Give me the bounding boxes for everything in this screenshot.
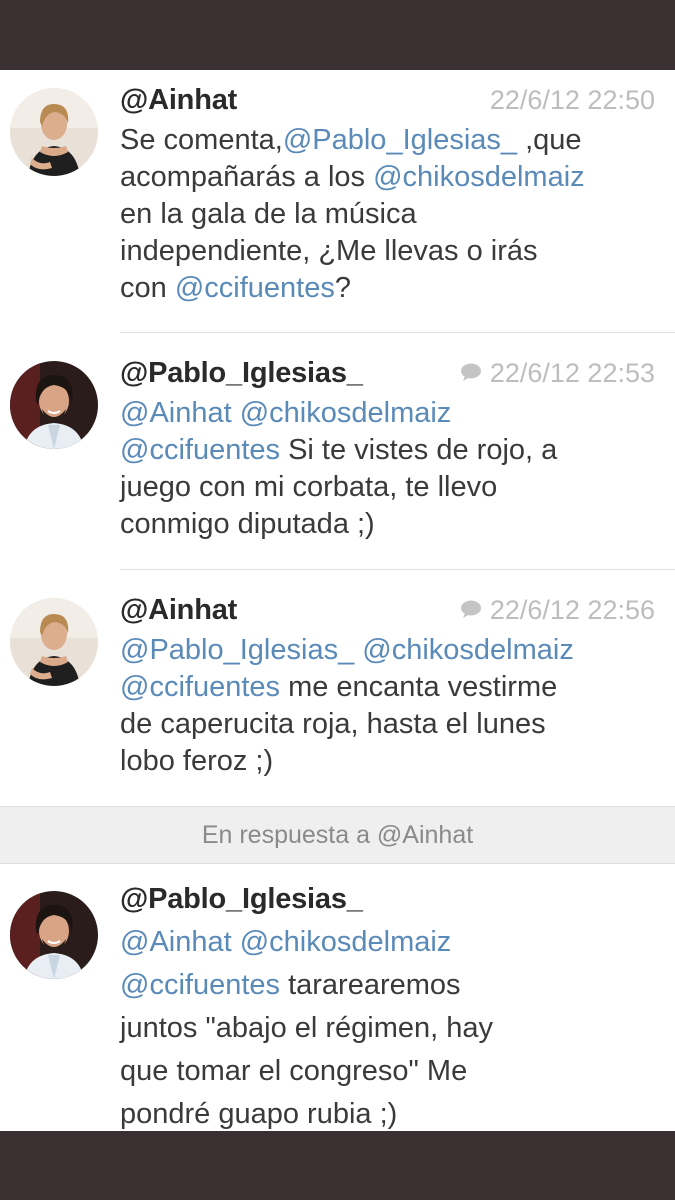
tweet-text-line: @ccifuentes me encanta vestirme [120, 669, 665, 706]
tweet-text-line: @Pablo_Iglesias_ @chikosdelmaiz [120, 632, 665, 669]
mention-link[interactable]: @ccifuentes [175, 272, 335, 304]
reply-context-bar[interactable]: En respuesta a @Ainhat [0, 806, 675, 864]
mention-link[interactable]: @ccifuentes [120, 434, 280, 466]
avatar[interactable] [10, 891, 98, 979]
tweet-timestamp: 22/6/12 22:53 [460, 358, 655, 389]
mention-link[interactable]: @ccifuentes [120, 671, 280, 703]
tweet-text-segment: Si te vistes de rojo, a [280, 434, 558, 466]
tweet-text-line: @Ainhat @chikosdelmaiz [120, 921, 665, 964]
tweet-timestamp: 22/6/12 22:50 [490, 85, 655, 116]
tweet-handle[interactable]: @Pablo_Iglesias_ [120, 883, 363, 916]
tweet-1[interactable]: @Ainhat 22/6/12 22:50 Se comenta,@Pablo_… [0, 70, 675, 332]
tweet-text-line: pondré guapo rubia ;) [120, 1093, 665, 1131]
tweet-handle[interactable]: @Ainhat [120, 84, 237, 117]
man-avatar-icon [10, 891, 98, 979]
tweet-text-segment: juntos "abajo el régimen, hay [120, 1012, 494, 1044]
tweet-4[interactable]: @Pablo_Iglesias_ @Ainhat @chikosdelmaiz @… [0, 863, 675, 1131]
tweet-handle[interactable]: @Pablo_Iglesias_ [120, 357, 363, 390]
tweet-text: Se comenta,@Pablo_Iglesias_ ,que acompaña… [120, 122, 665, 307]
mention-link[interactable]: @Ainhat @chikosdelmaiz [120, 397, 451, 429]
tweet-3[interactable]: @Ainhat 22/6/12 22:56 @Pablo_Iglesias_ @… [0, 570, 675, 806]
tweet-text-segment: lobo feroz ;) [120, 745, 274, 777]
tweet-text-segment: pondré guapo rubia ;) [120, 1098, 398, 1130]
woman-avatar-icon [10, 88, 98, 176]
tweet-text-line: @Ainhat @chikosdelmaiz [120, 395, 665, 432]
mention-link[interactable]: @Ainhat @chikosdelmaiz [120, 926, 451, 958]
tweet-text-line: Se comenta,@Pablo_Iglesias_ ,que [120, 122, 665, 159]
tweet-text-segment: conmigo diputada ;) [120, 508, 375, 540]
avatar[interactable] [10, 88, 98, 176]
avatar[interactable] [10, 598, 98, 686]
tweet-text-segment: tararearemos [280, 969, 461, 1001]
tweet-text-segment: de caperucita roja, hasta el lunes [120, 708, 546, 740]
man-avatar-icon [10, 361, 98, 449]
tweet-text-segment: independiente, ¿Me llevas o irás [120, 235, 538, 267]
woman-avatar-icon [10, 598, 98, 686]
mention-link[interactable]: @ccifuentes [120, 969, 280, 1001]
tweet-text-segment: Se comenta, [120, 124, 283, 156]
tweet-text-line: independiente, ¿Me llevas o irás [120, 233, 665, 270]
tweet-text-line: lobo feroz ;) [120, 743, 665, 780]
tweet-text-line: con @ccifuentes? [120, 270, 665, 307]
tweet-text-line: @ccifuentes tararearemos [120, 964, 665, 1007]
bottom-frame-bar [0, 1131, 675, 1200]
tweet-timestamp: 22/6/12 22:56 [460, 595, 655, 626]
avatar[interactable] [10, 361, 98, 449]
tweet-text-line: @ccifuentes Si te vistes de rojo, a [120, 432, 665, 469]
tweet-text-segment: ,que [517, 124, 582, 156]
tweet-text-line: que tomar el congreso" Me [120, 1050, 665, 1093]
conversation-screen: @Ainhat 22/6/12 22:50 Se comenta,@Pablo_… [0, 70, 675, 1131]
reply-bubble-icon [460, 358, 482, 389]
tweet-text-segment: ? [334, 272, 351, 304]
mention-link[interactable]: @chikosdelmaiz [373, 161, 585, 193]
mention-link[interactable]: @Pablo_Iglesias_ [283, 124, 517, 156]
timestamp-text: 22/6/12 22:53 [489, 358, 655, 388]
tweet-text: @Ainhat @chikosdelmaiz @ccifuentes Si te … [120, 395, 665, 543]
top-frame-bar [0, 0, 675, 70]
tweet-text-segment: que tomar el congreso" Me [120, 1055, 468, 1087]
tweet-handle[interactable]: @Ainhat [120, 594, 237, 627]
mention-link[interactable]: @Pablo_Iglesias_ @chikosdelmaiz [120, 634, 574, 666]
tweet-text-segment: me encanta vestirme [280, 671, 558, 703]
tweet-text-line: en la gala de la música [120, 196, 665, 233]
reply-context-label: En respuesta a @Ainhat [201, 820, 474, 849]
tweet-2[interactable]: @Pablo_Iglesias_ 22/6/12 22:53 @Ainhat @… [0, 333, 675, 569]
tweet-text-line: conmigo diputada ;) [120, 506, 665, 543]
tweet-text-segment: con [120, 272, 175, 304]
tweet-text-line: juntos "abajo el régimen, hay [120, 1007, 665, 1050]
reply-bubble-icon [460, 595, 482, 626]
tweet-text-segment: juego con mi corbata, te llevo [120, 471, 498, 503]
tweet-text-segment: en la gala de la música [120, 198, 417, 230]
tweet-text-line: juego con mi corbata, te llevo [120, 469, 665, 506]
timestamp-text: 22/6/12 22:50 [489, 85, 655, 115]
tweet-text-line: de caperucita roja, hasta el lunes [120, 706, 665, 743]
timestamp-text: 22/6/12 22:56 [489, 595, 655, 625]
tweet-text: @Ainhat @chikosdelmaiz @ccifuentes tarare… [120, 921, 665, 1131]
tweet-text-line: acompañarás a los @chikosdelmaiz [120, 159, 665, 196]
tweet-text-segment: acompañarás a los [120, 161, 374, 193]
tweet-text: @Pablo_Iglesias_ @chikosdelmaiz @ccifuent… [120, 632, 665, 780]
